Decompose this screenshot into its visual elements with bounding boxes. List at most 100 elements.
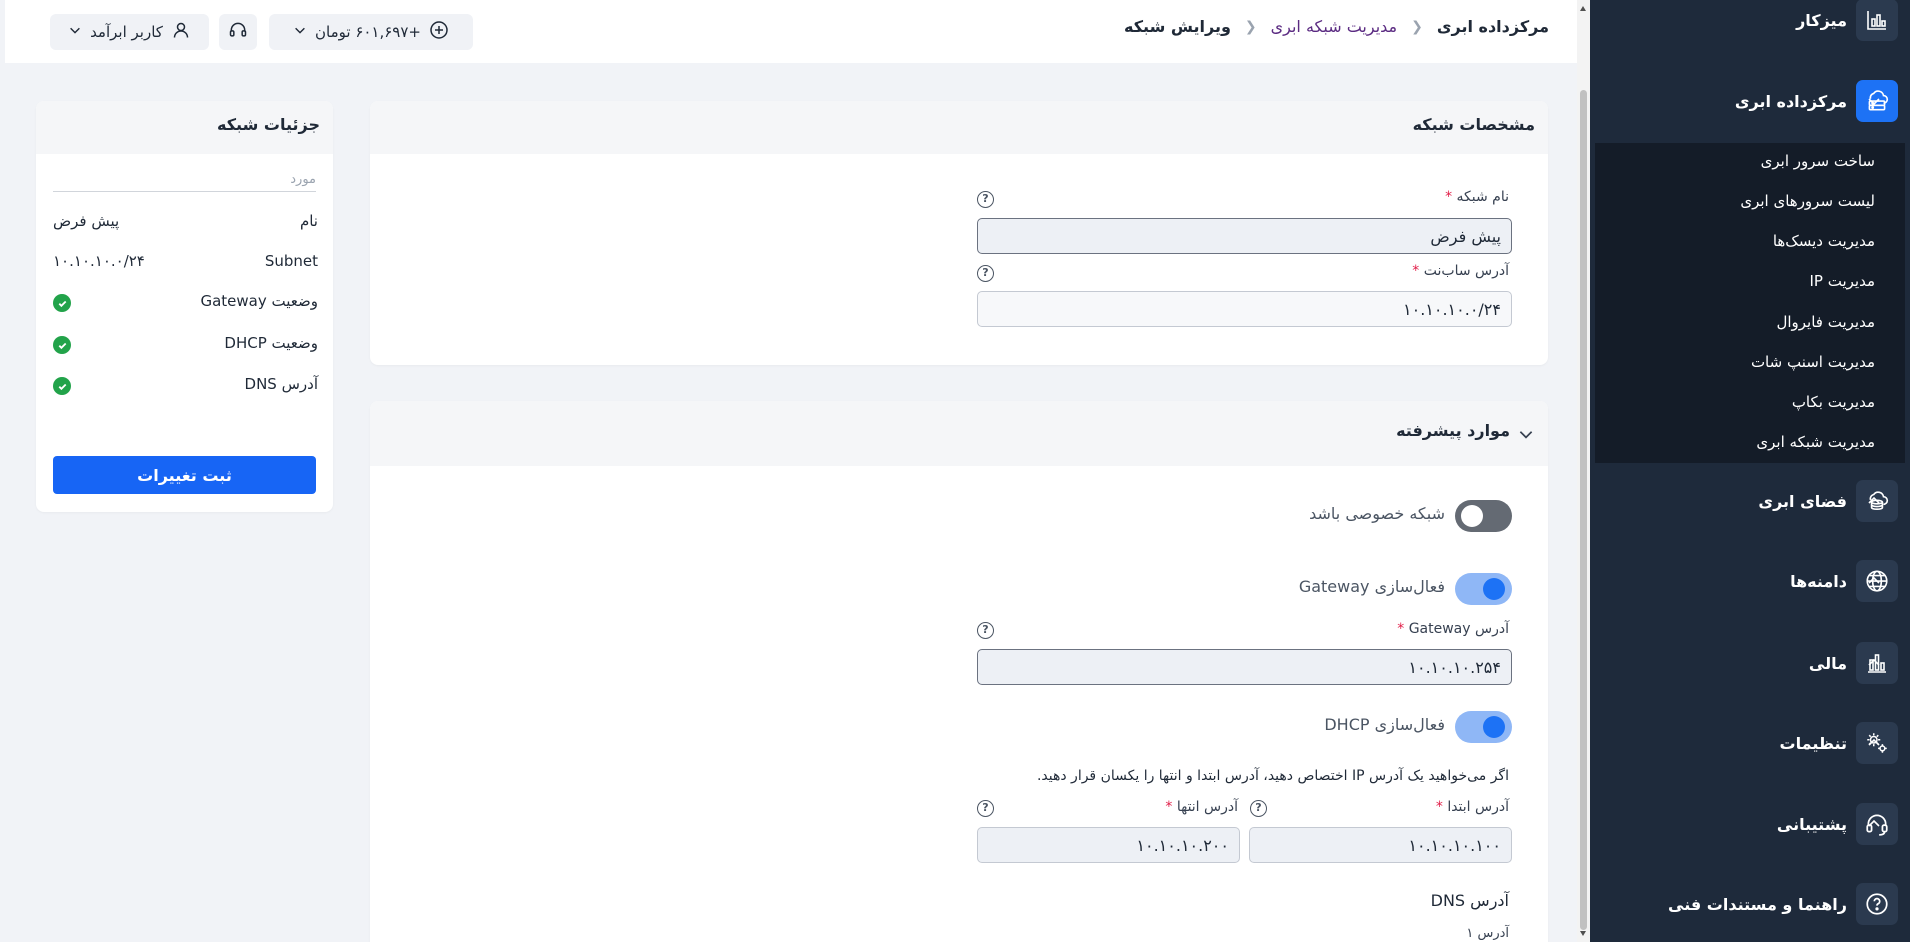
save-changes-button[interactable]: ثبت تغییرات bbox=[53, 456, 316, 494]
sidebar-item-finance[interactable]: مالی bbox=[1590, 639, 1910, 687]
help-icon[interactable]: ? bbox=[977, 265, 994, 282]
submenu-item-disks[interactable]: مدیریت دیسک‌ها bbox=[1773, 232, 1875, 250]
card-header: مشخصات شبکه bbox=[370, 101, 1548, 154]
required-mark: * bbox=[1412, 263, 1420, 279]
sidebar-item-docs[interactable]: راهنما و مستندات فنی bbox=[1590, 880, 1910, 928]
card-title: موارد پیشرفته bbox=[1396, 421, 1510, 440]
private-network-toggle[interactable] bbox=[1455, 500, 1512, 532]
toggle-knob bbox=[1483, 716, 1505, 738]
sidebar-item-cloud-datacenter[interactable]: مرکزداده ابری bbox=[1590, 77, 1910, 125]
subnet-input[interactable] bbox=[977, 291, 1512, 327]
help-icon[interactable]: ? bbox=[977, 800, 994, 817]
gateway-address-input[interactable] bbox=[977, 649, 1512, 685]
sidebar-item-label: میزکار bbox=[1796, 10, 1847, 30]
submenu-item-firewall[interactable]: مدیریت فایروال bbox=[1776, 313, 1875, 331]
details-column-header: مورد bbox=[290, 172, 316, 187]
dhcp-end-label: آدرس انتها * bbox=[1165, 799, 1238, 815]
detail-value: پیش فرض bbox=[53, 212, 120, 230]
dashboard-chart-icon bbox=[1856, 0, 1898, 41]
submenu-item-create-server[interactable]: ساخت سرور ابری bbox=[1761, 152, 1875, 170]
dhcp-start-input[interactable] bbox=[1249, 827, 1512, 863]
page-scrollbar[interactable] bbox=[1577, 0, 1590, 942]
submenu-item-snapshot[interactable]: مدیریت اسنپ شات bbox=[1751, 353, 1875, 371]
dhcp-hint-text: اگر می‌خواهید یک آدرس IP اختصاص دهید، آد… bbox=[1036, 768, 1509, 784]
detail-key: Subnet bbox=[264, 252, 318, 270]
balance-button[interactable]: +۶۰۱,۶۹۷ تومان bbox=[269, 14, 473, 50]
breadcrumb-current: ویرایش شبکه bbox=[1124, 17, 1231, 36]
card-header[interactable]: موارد پیشرفته bbox=[370, 401, 1548, 466]
sidebar-item-label: دامنه‌ها bbox=[1790, 571, 1847, 591]
submenu-item-backup[interactable]: مدیریت بکاپ bbox=[1792, 393, 1875, 411]
chevron-down-icon[interactable] bbox=[1864, 91, 1884, 111]
headset-icon bbox=[228, 20, 248, 44]
balance-amount: +۶۰۱,۶۹۷ تومان bbox=[315, 23, 421, 41]
subnet-label: آدرس ساب‌نت * bbox=[1412, 263, 1509, 279]
user-menu-button[interactable]: کاربر ابرآمد bbox=[50, 14, 209, 50]
help-icon bbox=[1856, 883, 1898, 925]
submenu-item-ip[interactable]: مدیریت IP bbox=[1809, 272, 1875, 290]
card-title: مشخصات شبکه bbox=[1412, 115, 1535, 134]
private-network-label: شبکه خصوصی باشد bbox=[1309, 504, 1445, 523]
toggle-knob bbox=[1461, 505, 1483, 527]
breadcrumb-section[interactable]: مدیریت شبکه ابری bbox=[1271, 17, 1397, 36]
network-name-label: نام شبکه * bbox=[1445, 189, 1509, 205]
chevron-down-icon bbox=[68, 23, 82, 41]
sidebar-item-label: مالی bbox=[1808, 653, 1847, 673]
label-text: نام شبکه bbox=[1456, 189, 1509, 205]
help-icon[interactable]: ? bbox=[977, 191, 994, 208]
label-text: آدرس انتها bbox=[1176, 799, 1238, 815]
sidebar-item-support[interactable]: پشتیبانی bbox=[1590, 800, 1910, 848]
chevron-up-icon[interactable] bbox=[1864, 814, 1884, 834]
detail-row-gateway-status: وضعیت Gateway bbox=[53, 292, 318, 314]
divider bbox=[53, 191, 316, 192]
scroll-down-arrow-icon[interactable] bbox=[1580, 931, 1586, 936]
advanced-settings-card: موارد پیشرفته شبکه خصوصی باشد فعال‌سازی … bbox=[370, 401, 1548, 942]
detail-row-dhcp-status: وضعیت DHCP bbox=[53, 334, 318, 356]
breadcrumb: مرکزداده ابری ❮ مدیریت شبکه ابری ❮ ویرای… bbox=[1124, 17, 1549, 36]
network-name-input[interactable] bbox=[977, 218, 1512, 254]
user-name: کاربر ابرآمد bbox=[90, 23, 163, 41]
detail-value: ۱۰.۱۰.۱۰.۰/۲۴ bbox=[53, 252, 145, 270]
scroll-up-arrow-icon[interactable] bbox=[1580, 6, 1586, 11]
dhcp-end-input[interactable] bbox=[977, 827, 1240, 863]
gateway-toggle-label: فعال‌سازی Gateway bbox=[1298, 577, 1445, 596]
help-icon[interactable]: ? bbox=[1250, 800, 1267, 817]
sidebar-item-dashboard[interactable]: میزکار bbox=[1590, 0, 1910, 44]
support-button[interactable] bbox=[219, 14, 257, 50]
gateway-address-label: آدرس Gateway * bbox=[1397, 621, 1509, 637]
sidebar-item-cloud-storage[interactable]: فضای ابری bbox=[1590, 477, 1910, 525]
chevron-down-icon bbox=[293, 23, 307, 41]
toggle-knob bbox=[1483, 578, 1505, 600]
chevron-up-icon[interactable] bbox=[1864, 653, 1884, 673]
detail-key: وضعیت DHCP bbox=[224, 334, 318, 352]
required-mark: * bbox=[1397, 621, 1405, 637]
chevron-up-icon[interactable] bbox=[1864, 491, 1884, 511]
check-circle-icon bbox=[53, 336, 71, 354]
detail-key: وضعیت Gateway bbox=[200, 292, 318, 310]
dhcp-toggle[interactable] bbox=[1455, 711, 1512, 743]
required-mark: * bbox=[1165, 799, 1173, 815]
sidebar-item-domains[interactable]: دامنه‌ها bbox=[1590, 557, 1910, 605]
detail-row-subnet: Subnet ۱۰.۱۰.۱۰.۰/۲۴ bbox=[53, 252, 318, 274]
sidebar: میزکار مرکزداده ابری ساخت سرور ابری لیست… bbox=[1590, 0, 1910, 942]
submenu-item-cloud-network[interactable]: مدیریت شبکه ابری bbox=[1756, 433, 1875, 451]
chevron-up-icon[interactable] bbox=[1864, 571, 1884, 591]
detail-key: نام bbox=[299, 212, 318, 230]
sidebar-item-label: پشتیبانی bbox=[1776, 814, 1847, 834]
breadcrumb-separator-icon: ❮ bbox=[1411, 18, 1423, 35]
chevron-down-icon[interactable] bbox=[1517, 425, 1535, 447]
help-icon[interactable]: ? bbox=[977, 622, 994, 639]
scrollbar-thumb[interactable] bbox=[1580, 90, 1587, 930]
sidebar-item-label: راهنما و مستندات فنی bbox=[1668, 894, 1847, 914]
detail-row-name: نام پیش فرض bbox=[53, 212, 318, 234]
submenu-item-server-list[interactable]: لیست سرورهای ابری bbox=[1740, 192, 1875, 210]
card-header: جزئیات شبکه bbox=[36, 101, 333, 154]
dhcp-toggle-label: فعال‌سازی DHCP bbox=[1324, 715, 1445, 734]
sidebar-item-settings[interactable]: تنظیمات bbox=[1590, 719, 1910, 767]
label-text: آدرس Gateway bbox=[1408, 621, 1509, 637]
gateway-toggle[interactable] bbox=[1455, 573, 1512, 605]
card-title: جزئیات شبکه bbox=[217, 115, 320, 134]
chevron-up-icon[interactable] bbox=[1864, 733, 1884, 753]
breadcrumb-home[interactable]: مرکزداده ابری bbox=[1437, 17, 1549, 36]
check-circle-icon bbox=[53, 294, 71, 312]
